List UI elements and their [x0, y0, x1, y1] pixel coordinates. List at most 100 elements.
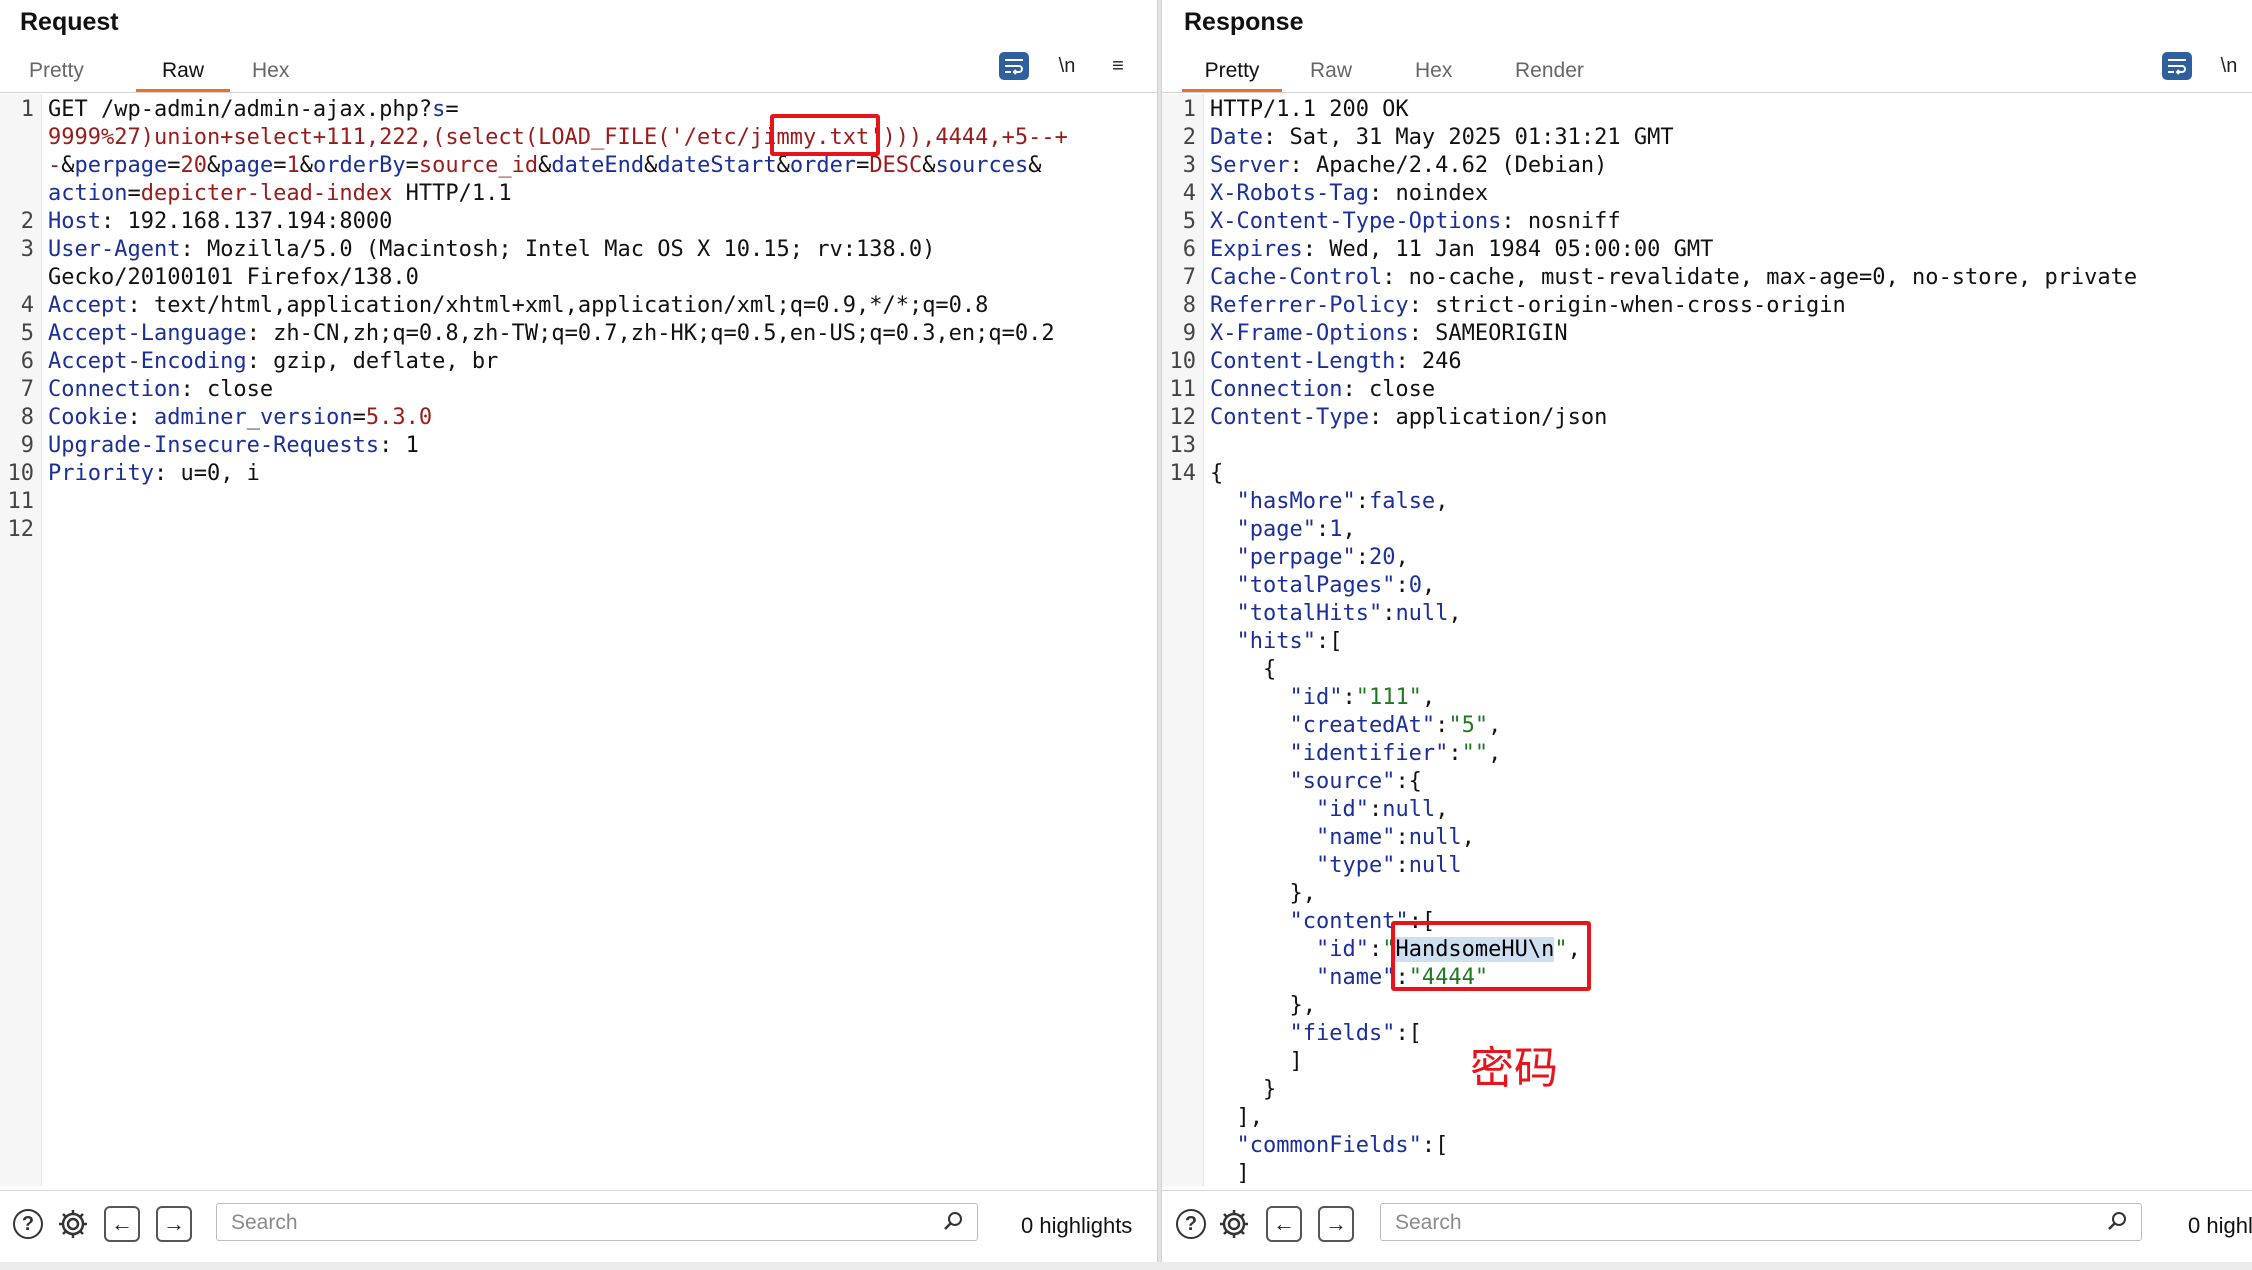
line-number: 12	[7, 517, 35, 542]
line-text: Connection: close	[48, 376, 273, 404]
code-token: "createdAt"	[1210, 713, 1436, 738]
code-token: "identifier"	[1210, 741, 1449, 766]
code-line: 7 Cache-Control: no-cache, must-revalidat…	[1162, 264, 2252, 292]
line-text: X-Content-Type-Options: nosniff	[1210, 208, 1621, 236]
code-token: "hits"	[1210, 629, 1316, 654]
code-token: Server	[1210, 153, 1290, 178]
line-text: },	[1210, 992, 1316, 1020]
line-text: ],	[1210, 1104, 1263, 1132]
line-text: Upgrade-Insecure-Requests: 1	[48, 432, 419, 460]
code-token: null	[1408, 825, 1462, 850]
code-token: &	[776, 153, 790, 178]
tab-pretty[interactable]: Pretty	[17, 56, 96, 92]
back-arrow-button[interactable]: ←	[1266, 1206, 1302, 1242]
code-token: : nosniff	[1501, 209, 1621, 234]
code-token: dateStart	[657, 153, 777, 178]
response-tabs: Pretty Raw Hex Render	[1162, 56, 2252, 92]
tab-pretty[interactable]: Pretty	[1182, 56, 1282, 92]
code-line: 10 Content-Length: 246	[1162, 348, 2252, 376]
line-number: 4	[20, 293, 34, 318]
tab-hex[interactable]: Hex	[1403, 56, 1464, 92]
code-token: Referrer-Policy	[1210, 293, 1409, 318]
code-line: 8 Referrer-Policy: strict-origin-when-cro…	[1162, 292, 2252, 320]
newline-toggle-icon[interactable]: \n	[2214, 52, 2244, 80]
code-token: :	[1395, 825, 1409, 850]
code-line: 2 Host: 192.168.137.194:8000	[0, 208, 1157, 236]
tab-raw[interactable]: Raw	[1298, 56, 1364, 92]
code-line: 13	[1162, 432, 2252, 460]
forward-arrow-button[interactable]: →	[1318, 1206, 1354, 1242]
code-token: : u=0, i	[153, 461, 260, 486]
line-number: 1	[1182, 97, 1196, 122]
request-search-input[interactable]	[229, 1210, 504, 1236]
line-text: "perpage":20,	[1210, 544, 1409, 572]
code-token: ,	[1421, 573, 1436, 598]
code-token: :	[1448, 741, 1462, 766]
code-token: "page"	[1210, 517, 1316, 542]
code-token: "id"	[1210, 797, 1369, 822]
response-editor[interactable]: 1 HTTP/1.1 200 OK 2 Date: Sat, 31 May 2025 …	[1162, 94, 2252, 1186]
wrap-lines-icon[interactable]	[999, 52, 1029, 80]
code-token: : strict-origin-when-cross-origin	[1408, 293, 1846, 318]
code-line: 7 Connection: close	[0, 376, 1157, 404]
code-token: ]	[1210, 1049, 1303, 1074]
code-token: ,	[1395, 545, 1409, 570]
response-title: Response	[1184, 8, 1304, 36]
line-text: Cookie: adminer_version=5.3.0	[48, 404, 432, 432]
response-search-input[interactable]	[1393, 1210, 1668, 1236]
newline-toggle-icon[interactable]: \n	[1052, 52, 1082, 80]
help-icon[interactable]: ?	[1173, 1206, 1209, 1242]
code-token: source_id	[418, 153, 539, 178]
line-number: 11	[1169, 377, 1197, 402]
code-token: {	[1210, 657, 1277, 682]
line-number: 10	[7, 461, 35, 486]
code-token: Upgrade-Insecure-Requests	[48, 433, 380, 458]
code-line: 8 Cookie: adminer_version=5.3.0	[0, 404, 1157, 432]
code-token: dateEnd	[551, 153, 645, 178]
code-line: "id":"HandsomeHU\n",	[1162, 936, 2252, 964]
code-token: : text/html,application/xhtml+xml,applic…	[127, 293, 989, 318]
code-token: : 246	[1395, 349, 1462, 374]
line-number: 13	[1169, 433, 1197, 458]
request-search-box[interactable]	[216, 1203, 978, 1241]
menu-icon[interactable]: ≡	[1103, 52, 1133, 80]
line-number: 12	[1169, 405, 1197, 430]
code-token: page	[220, 153, 274, 178]
request-editor[interactable]: 1 GET /wp-admin/admin-ajax.php?s= 9999%27)…	[0, 94, 1157, 1186]
line-text: "type":null	[1210, 852, 1462, 880]
code-token: "111"	[1355, 685, 1422, 710]
tab-hex[interactable]: Hex	[240, 56, 301, 92]
line-text: "commonFields":[	[1210, 1132, 1448, 1160]
line-text: HTTP/1.1 200 OK	[1210, 96, 1409, 124]
settings-gear-icon[interactable]	[1216, 1206, 1252, 1242]
wrap-lines-icon[interactable]	[2162, 52, 2192, 80]
line-number: 3	[20, 237, 34, 262]
forward-arrow-button[interactable]: →	[156, 1206, 192, 1242]
line-number: 6	[1182, 237, 1196, 262]
window-bottom-edge	[0, 1262, 2252, 1270]
tab-render[interactable]: Render	[1503, 56, 1596, 92]
tab-raw[interactable]: Raw	[136, 56, 230, 92]
code-token: : Mozilla/5.0 (Macintosh; Intel Mac OS X…	[180, 237, 936, 262]
code-token: ,	[1435, 797, 1449, 822]
password-annotation: 密码	[1470, 1043, 1558, 1094]
line-text: X-Robots-Tag: noindex	[1210, 180, 1488, 208]
code-token: 0	[1408, 573, 1422, 598]
code-token: 1	[286, 153, 300, 178]
line-text: Connection: close	[1210, 376, 1435, 404]
code-token: Expires	[1210, 237, 1303, 262]
search-icon[interactable]	[943, 1210, 965, 1237]
code-token: Connection	[1210, 377, 1343, 402]
code-token: : 1	[379, 433, 419, 458]
code-token: :	[1368, 797, 1383, 822]
help-icon[interactable]: ?	[10, 1206, 46, 1242]
search-icon[interactable]	[2107, 1210, 2129, 1237]
code-token: 20	[180, 153, 207, 178]
code-token: X-Frame-Options	[1210, 321, 1409, 346]
settings-gear-icon[interactable]	[55, 1206, 91, 1242]
response-search-box[interactable]	[1380, 1203, 2142, 1241]
back-arrow-button[interactable]: ←	[104, 1206, 140, 1242]
code-line: 1 HTTP/1.1 200 OK	[1162, 96, 2252, 124]
code-token: }	[1210, 1077, 1277, 1102]
code-line: "commonFields":[	[1162, 1132, 2252, 1160]
